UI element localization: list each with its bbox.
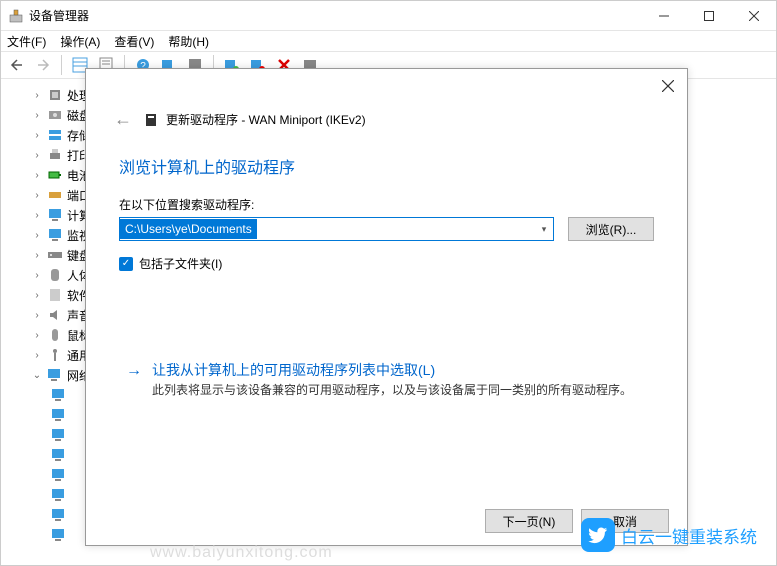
update-driver-dialog: ← 更新驱动程序 - WAN Miniport (IKEv2) 浏览计算机上的驱…: [85, 68, 688, 546]
network-adapter-icon: [51, 467, 67, 483]
menu-action[interactable]: 操作(A): [60, 33, 100, 50]
back-arrow-icon[interactable]: ←: [114, 109, 132, 130]
checkbox-label: 包括子文件夹(I): [139, 255, 222, 272]
expand-icon[interactable]: ›: [31, 190, 43, 201]
network-adapter-icon: [51, 507, 67, 523]
menubar: 文件(F) 操作(A) 查看(V) 帮助(H): [1, 31, 776, 51]
network-adapter-icon: [51, 527, 67, 543]
watermark: www.baiyunxitong.com: [150, 544, 333, 562]
arrow-right-icon: →: [126, 362, 142, 399]
app-icon: [9, 9, 23, 23]
hid-icon: [47, 267, 63, 283]
expand-icon[interactable]: ›: [31, 90, 43, 101]
path-combobox[interactable]: C:\Users\ye\Documents ▾: [119, 217, 554, 241]
titlebar: 设备管理器: [1, 1, 776, 31]
computer-icon: [47, 207, 63, 223]
port-icon: [47, 187, 63, 203]
battery-icon: [47, 167, 63, 183]
expand-icon[interactable]: ›: [31, 130, 43, 141]
checkbox-checked-icon: ✓: [119, 257, 133, 271]
include-subfolders-checkbox[interactable]: ✓ 包括子文件夹(I): [119, 255, 654, 272]
sound-icon: [47, 307, 63, 323]
network-adapter-icon: [51, 447, 67, 463]
link-title: 让我从计算机上的可用驱动程序列表中选取(L): [152, 360, 632, 380]
window-controls: [641, 1, 776, 31]
keyboard-icon: [47, 247, 63, 263]
expand-icon[interactable]: ›: [31, 210, 43, 221]
browse-button[interactable]: 浏览(R)...: [568, 217, 654, 241]
search-path-label: 在以下位置搜索驱动程序:: [119, 196, 654, 213]
mouse-icon: [47, 327, 63, 343]
path-value: C:\Users\ye\Documents: [120, 219, 257, 239]
window-title: 设备管理器: [29, 7, 89, 24]
disk-icon: [47, 107, 63, 123]
maximize-button[interactable]: [686, 1, 731, 31]
search-form: 在以下位置搜索驱动程序: C:\Users\ye\Documents ▾ 浏览(…: [119, 196, 654, 272]
expand-icon[interactable]: ›: [31, 310, 43, 321]
network-adapter-icon: [51, 407, 67, 423]
dialog-title: 更新驱动程序 - WAN Miniport (IKEv2): [144, 111, 366, 128]
menu-view[interactable]: 查看(V): [114, 33, 154, 50]
toolbar-separator: [61, 55, 62, 75]
driver-icon: [144, 113, 158, 127]
forward-icon[interactable]: [31, 53, 55, 77]
logo-bird-icon: [581, 518, 615, 552]
minimize-button[interactable]: [641, 1, 686, 31]
expand-icon[interactable]: ›: [31, 230, 43, 241]
software-icon: [47, 287, 63, 303]
next-button[interactable]: 下一页(N): [485, 509, 573, 533]
brand-text: 白云一键重装系统: [621, 523, 757, 548]
section-title: 浏览计算机上的驱动程序: [119, 154, 687, 178]
dialog-header: ← 更新驱动程序 - WAN Miniport (IKEv2): [114, 109, 687, 130]
link-description: 此列表将显示与该设备兼容的可用驱动程序，以及与该设备属于同一类别的所有驱动程序。: [152, 382, 632, 399]
expand-icon[interactable]: ›: [31, 290, 43, 301]
collapse-icon[interactable]: ⌄: [31, 370, 43, 381]
network-adapter-icon: [47, 367, 63, 383]
menu-file[interactable]: 文件(F): [7, 33, 46, 50]
network-adapter-icon: [51, 427, 67, 443]
usb-icon: [47, 347, 63, 363]
expand-icon[interactable]: ›: [31, 350, 43, 361]
expand-icon[interactable]: ›: [31, 110, 43, 121]
back-icon[interactable]: [5, 53, 29, 77]
storage-icon: [47, 127, 63, 143]
expand-icon[interactable]: ›: [31, 250, 43, 261]
menu-help[interactable]: 帮助(H): [168, 33, 209, 50]
cpu-icon: [47, 87, 63, 103]
dialog-close-button[interactable]: [661, 79, 675, 93]
chevron-down-icon[interactable]: ▾: [535, 224, 553, 235]
printer-icon: [47, 147, 63, 163]
network-adapter-icon: [51, 387, 67, 403]
pick-from-list-link[interactable]: → 让我从计算机上的可用驱动程序列表中选取(L) 此列表将显示与该设备兼容的可用…: [126, 360, 654, 399]
expand-icon[interactable]: ›: [31, 270, 43, 281]
expand-icon[interactable]: ›: [31, 150, 43, 161]
expand-icon[interactable]: ›: [31, 170, 43, 181]
brand-logo: 白云一键重装系统: [581, 518, 757, 552]
monitor-icon: [47, 227, 63, 243]
network-adapter-icon: [51, 487, 67, 503]
expand-icon[interactable]: ›: [31, 330, 43, 341]
close-button[interactable]: [731, 1, 776, 31]
